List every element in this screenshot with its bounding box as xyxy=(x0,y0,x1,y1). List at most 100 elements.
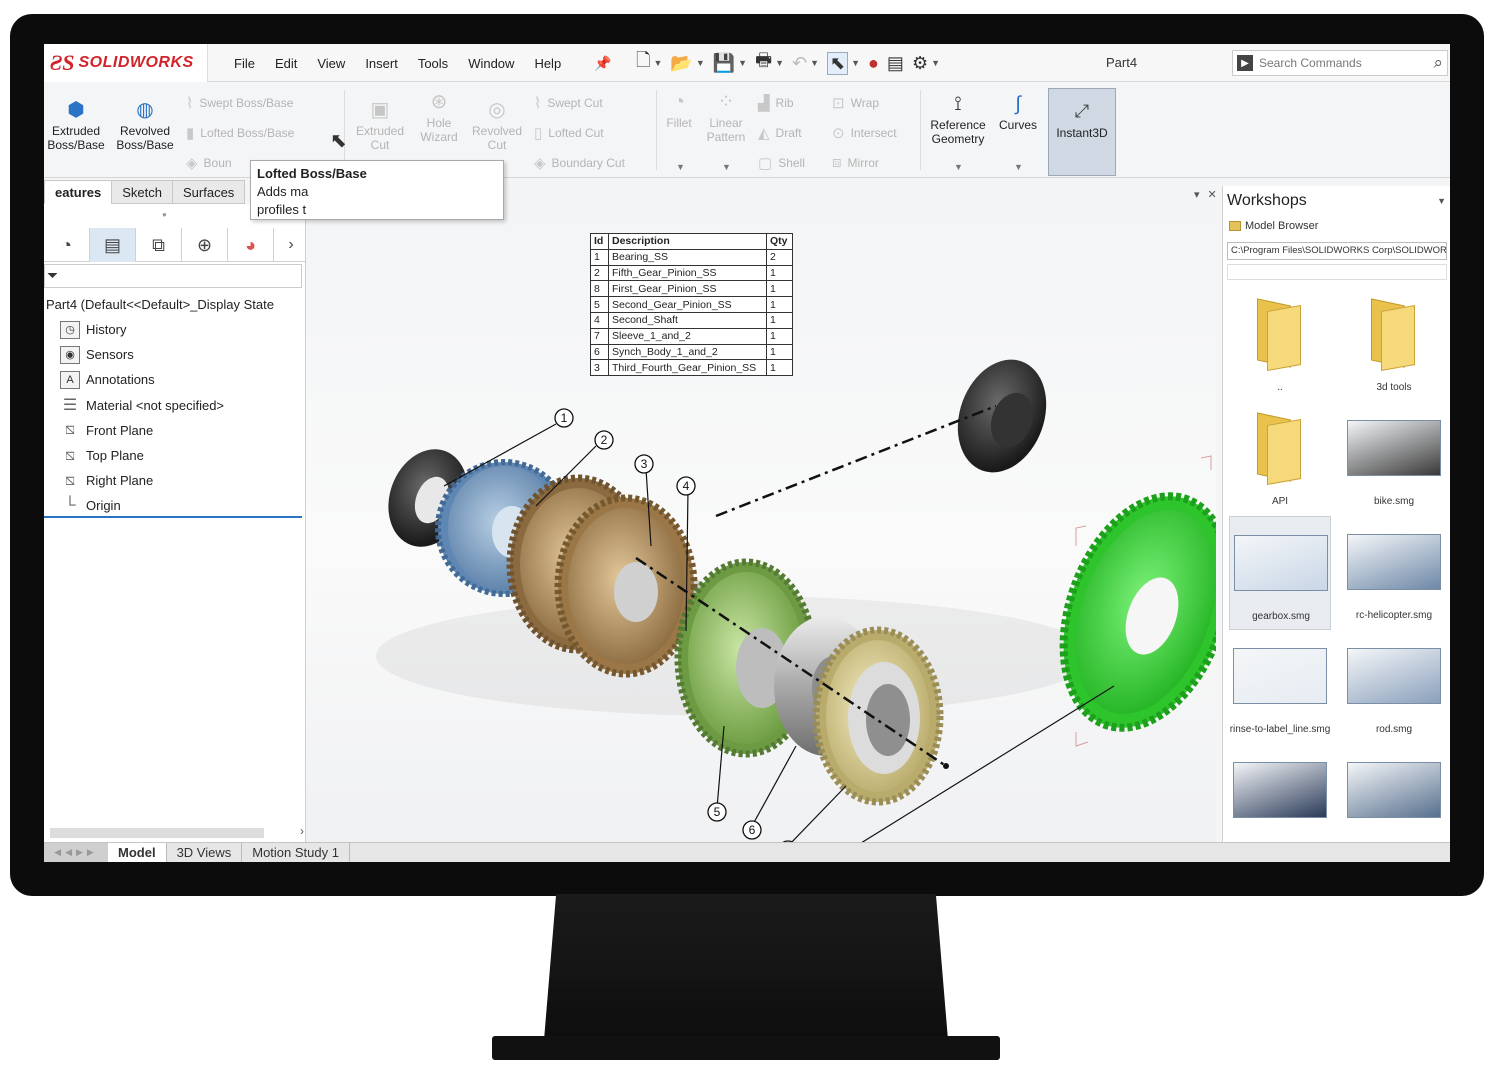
library-item[interactable] xyxy=(1229,744,1331,858)
menu-view[interactable]: View xyxy=(317,56,345,71)
solidworks-logo[interactable]: ƧS SOLIDWORKS xyxy=(44,44,208,82)
menu-help[interactable]: Help xyxy=(534,56,561,71)
reference-geometry-button[interactable]: ⟟ Reference Geometry xyxy=(924,92,992,146)
curves-dropdown-icon[interactable]: ▼ xyxy=(1014,162,1023,172)
balloon-callout[interactable]: 4 xyxy=(676,476,696,496)
tree-item-right-plane[interactable]: ⧅ Right Plane xyxy=(44,468,306,493)
select-pointer-icon[interactable]: ⬉ xyxy=(827,51,849,75)
tab-3d-views[interactable]: 3D Views xyxy=(167,842,243,862)
draft-button[interactable]: ◭ Draft xyxy=(758,124,802,142)
menu-file[interactable]: File xyxy=(234,56,255,71)
tree-item-top-plane[interactable]: ⧅ Top Plane xyxy=(44,443,306,468)
rib-button[interactable]: ▟ Rib xyxy=(758,94,794,112)
linear-pattern-button[interactable]: ⁘ Linear Pattern xyxy=(702,90,750,144)
reference-geometry-dropdown-icon[interactable]: ▼ xyxy=(954,162,963,172)
property-manager-tab-icon[interactable]: ▤ xyxy=(90,228,136,262)
undo-dropdown-icon[interactable]: ▼ xyxy=(810,58,819,68)
tree-item-history[interactable]: ◷ History xyxy=(44,317,306,342)
save-icon[interactable]: 💾 xyxy=(713,53,735,74)
bom-row[interactable]: 1 Bearing_SS 2 xyxy=(590,248,793,266)
model-browser-label[interactable]: Model Browser xyxy=(1229,220,1318,232)
revolved-cut-button[interactable]: ◎ Revolved Cut xyxy=(468,98,526,152)
tab-sketch[interactable]: Sketch xyxy=(111,180,173,204)
dimxpert-manager-tab-icon[interactable]: ⊕ xyxy=(182,228,228,262)
chevron-right-icon[interactable]: › xyxy=(300,824,304,838)
tab-features[interactable]: eatures xyxy=(44,180,113,204)
search-icon[interactable]: ⌕ xyxy=(1433,53,1443,73)
fillet-dropdown-icon[interactable]: ▼ xyxy=(676,162,685,172)
bom-row[interactable]: 3 Third_Fourth_Gear_Pinion_SS 1 xyxy=(590,359,793,377)
print-dropdown-icon[interactable]: ▼ xyxy=(775,58,784,68)
swept-boss-button[interactable]: ⌇ Swept Boss/Base xyxy=(186,94,293,112)
tree-item-annotations[interactable]: A Annotations xyxy=(44,367,306,392)
first-gear-pinion-part[interactable] xyxy=(1034,473,1216,751)
search-commands-box[interactable]: ▶ Search Commands ⌕ xyxy=(1232,50,1448,76)
tree-item-origin[interactable]: └ Origin xyxy=(44,493,306,518)
library-item[interactable]: rc-helicopter.smg xyxy=(1343,516,1445,630)
hole-wizard-button[interactable]: ⊛ Hole Wizard xyxy=(414,90,464,144)
balloon-callout[interactable]: 2 xyxy=(594,430,614,450)
tab-motion-study[interactable]: Motion Study 1 xyxy=(242,842,350,862)
display-manager-tab-icon[interactable]: ◕ xyxy=(228,228,274,262)
extruded-cut-button[interactable]: ▣ Extruded Cut xyxy=(350,98,410,152)
menu-tools[interactable]: Tools xyxy=(418,56,448,71)
menu-insert[interactable]: Insert xyxy=(365,56,398,71)
library-item[interactable] xyxy=(1343,744,1445,858)
extruded-boss-button[interactable]: ⬢ Extruded Boss/Base xyxy=(46,98,106,152)
open-icon[interactable]: 📂 xyxy=(670,53,692,74)
new-document-icon[interactable]: 🗋 xyxy=(636,48,650,78)
configuration-manager-tab-icon[interactable]: ⧉ xyxy=(136,228,182,262)
revolved-boss-button[interactable]: ◍ Revolved Boss/Base xyxy=(112,98,178,152)
new-dropdown-icon[interactable]: ▼ xyxy=(653,58,662,68)
library-item[interactable]: API xyxy=(1229,402,1331,516)
file-properties-icon[interactable]: ▤ xyxy=(887,53,904,74)
select-dropdown-icon[interactable]: ▼ xyxy=(851,58,860,68)
bom-row[interactable]: 8 First_Gear_Pinion_SS 1 xyxy=(590,280,793,298)
balloon-callout[interactable]: 5 xyxy=(707,802,727,822)
undo-icon[interactable]: ↶ xyxy=(792,53,807,74)
bom-row[interactable]: 5 Second_Gear_Pinion_SS 1 xyxy=(590,296,793,313)
library-item[interactable]: gearbox.smg xyxy=(1229,516,1331,630)
library-item[interactable]: bike.smg xyxy=(1343,402,1445,516)
tree-filter-input[interactable]: ⏷ xyxy=(44,264,302,288)
tab-scroll-arrows-icon[interactable]: ◀◀▶▶ xyxy=(44,842,108,862)
task-pane-dropdown-icon[interactable]: ▼ xyxy=(1437,196,1446,206)
rebuild-icon[interactable]: ● xyxy=(868,53,879,74)
library-item[interactable]: rinse-to-label_line.smg xyxy=(1229,630,1331,744)
boundary-cut-button[interactable]: ◈ Boundary Cut xyxy=(534,154,625,172)
boundary-boss-button[interactable]: ◈ Boun xyxy=(186,154,232,172)
balloon-callout[interactable]: 3 xyxy=(634,454,654,474)
bill-of-materials-table[interactable]: Id Description Qty 1 Bearing_SS 2 2 Fifth_Ge… xyxy=(590,233,793,377)
tree-root-part[interactable]: Part4 (Default<<Default>_Display State xyxy=(44,292,306,317)
pattern-dropdown-icon[interactable]: ▼ xyxy=(722,162,731,172)
balloon-callout[interactable]: 6 xyxy=(742,820,762,840)
close-icon[interactable]: ✕ xyxy=(1208,189,1217,201)
options-gear-icon[interactable]: ⚙ xyxy=(912,53,928,74)
viewport-dropdown-icon[interactable]: ▾ xyxy=(1194,189,1200,201)
menu-window[interactable]: Window xyxy=(468,56,514,71)
filter-field[interactable] xyxy=(1227,264,1447,280)
balloon-callout[interactable]: 1 xyxy=(554,408,574,428)
print-icon[interactable]: 🖶 xyxy=(755,48,772,78)
open-dropdown-icon[interactable]: ▼ xyxy=(696,58,705,68)
tab-model[interactable]: Model xyxy=(108,842,167,862)
library-item[interactable]: .. xyxy=(1229,288,1331,402)
curves-button[interactable]: ∫ Curves xyxy=(994,92,1042,132)
library-item[interactable]: 3d tools xyxy=(1343,288,1445,402)
mirror-button[interactable]: ⧈ Mirror xyxy=(832,154,879,171)
rollback-bar[interactable] xyxy=(44,516,302,518)
options-dropdown-icon[interactable]: ▼ xyxy=(931,58,940,68)
horizontal-scrollbar[interactable] xyxy=(50,828,264,838)
bom-row[interactable]: 2 Fifth_Gear_Pinion_SS 1 xyxy=(590,264,793,282)
feature-manager-tab-icon[interactable]: ◔ xyxy=(44,228,90,262)
swept-cut-button[interactable]: ⌇ Swept Cut xyxy=(534,94,603,112)
bom-row[interactable]: 4 Second_Shaft 1 xyxy=(590,311,793,329)
tree-item-sensors[interactable]: ◉ Sensors xyxy=(44,342,306,367)
path-field[interactable]: C:\Program Files\SOLIDWORKS Corp\SOLIDWO… xyxy=(1227,242,1447,260)
pin-menu-icon[interactable]: 📌 xyxy=(594,55,611,72)
bom-row[interactable]: 7 Sleeve_1_and_2 1 xyxy=(590,327,793,345)
library-item[interactable]: rod.smg xyxy=(1343,630,1445,744)
lofted-cut-button[interactable]: ▯ Lofted Cut xyxy=(534,124,604,142)
bom-row[interactable]: 6 Synch_Body_1_and_2 1 xyxy=(590,343,793,361)
menu-edit[interactable]: Edit xyxy=(275,56,297,71)
